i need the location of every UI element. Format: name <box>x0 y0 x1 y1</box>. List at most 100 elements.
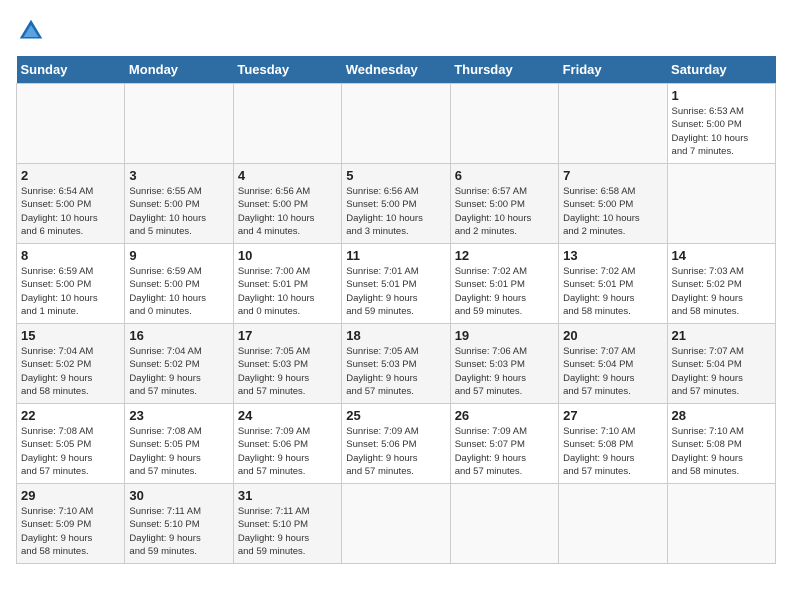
calendar-cell <box>667 164 775 244</box>
day-number: 14 <box>672 248 771 263</box>
calendar-cell <box>559 484 667 564</box>
day-info: Sunrise: 7:11 AM Sunset: 5:10 PM Dayligh… <box>238 505 337 558</box>
calendar-cell: 1 Sunrise: 6:53 AM Sunset: 5:00 PM Daylig… <box>667 84 775 164</box>
day-info: Sunrise: 7:10 AM Sunset: 5:08 PM Dayligh… <box>672 425 771 478</box>
calendar-cell <box>125 84 233 164</box>
calendar-cell: 11Sunrise: 7:01 AM Sunset: 5:01 PM Dayli… <box>342 244 450 324</box>
day-number: 18 <box>346 328 445 343</box>
day-info: Sunrise: 7:06 AM Sunset: 5:03 PM Dayligh… <box>455 345 554 398</box>
calendar-week-row: 8 Sunrise: 6:59 AM Sunset: 5:00 PM Daylig… <box>17 244 776 324</box>
calendar-cell: 23Sunrise: 7:08 AM Sunset: 5:05 PM Dayli… <box>125 404 233 484</box>
page-container: SundayMondayTuesdayWednesdayThursdayFrid… <box>16 16 776 564</box>
calendar-cell: 22 Sunrise: 7:08 AM Sunset: 5:05 PM Dayli… <box>17 404 125 484</box>
calendar-week-row: 29Sunrise: 7:10 AM Sunset: 5:09 PM Dayli… <box>17 484 776 564</box>
day-info: Sunrise: 6:56 AM Sunset: 5:00 PM Dayligh… <box>238 185 337 238</box>
day-number: 31 <box>238 488 337 503</box>
calendar-header-row: SundayMondayTuesdayWednesdayThursdayFrid… <box>17 56 776 84</box>
calendar-cell: 21 Sunrise: 7:07 AM Sunset: 5:04 PM Dayli… <box>667 324 775 404</box>
header-wednesday: Wednesday <box>342 56 450 84</box>
day-info: Sunrise: 6:58 AM Sunset: 5:00 PM Dayligh… <box>563 185 662 238</box>
calendar-week-row: 2 Sunrise: 6:54 AM Sunset: 5:00 PM Daylig… <box>17 164 776 244</box>
day-info: Sunrise: 7:02 AM Sunset: 5:01 PM Dayligh… <box>455 265 554 318</box>
day-info: Sunrise: 7:10 AM Sunset: 5:08 PM Dayligh… <box>563 425 662 478</box>
day-info: Sunrise: 7:00 AM Sunset: 5:01 PM Dayligh… <box>238 265 337 318</box>
calendar-cell <box>233 84 341 164</box>
day-info: Sunrise: 7:10 AM Sunset: 5:09 PM Dayligh… <box>21 505 120 558</box>
day-number: 19 <box>455 328 554 343</box>
day-info: Sunrise: 7:03 AM Sunset: 5:02 PM Dayligh… <box>672 265 771 318</box>
day-number: 27 <box>563 408 662 423</box>
calendar-cell: 20 Sunrise: 7:07 AM Sunset: 5:04 PM Dayli… <box>559 324 667 404</box>
calendar-cell: 2 Sunrise: 6:54 AM Sunset: 5:00 PM Daylig… <box>17 164 125 244</box>
calendar-cell: 14 Sunrise: 7:03 AM Sunset: 5:02 PM Dayli… <box>667 244 775 324</box>
day-info: Sunrise: 7:08 AM Sunset: 5:05 PM Dayligh… <box>21 425 120 478</box>
day-number: 16 <box>129 328 228 343</box>
day-info: Sunrise: 7:11 AM Sunset: 5:10 PM Dayligh… <box>129 505 228 558</box>
day-number: 2 <box>21 168 120 183</box>
calendar-cell: 28 Sunrise: 7:10 AM Sunset: 5:08 PM Dayli… <box>667 404 775 484</box>
day-info: Sunrise: 7:04 AM Sunset: 5:02 PM Dayligh… <box>129 345 228 398</box>
header-thursday: Thursday <box>450 56 558 84</box>
day-number: 1 <box>672 88 771 103</box>
day-number: 30 <box>129 488 228 503</box>
header-monday: Monday <box>125 56 233 84</box>
day-number: 25 <box>346 408 445 423</box>
calendar-week-row: 22 Sunrise: 7:08 AM Sunset: 5:05 PM Dayli… <box>17 404 776 484</box>
day-info: Sunrise: 7:09 AM Sunset: 5:07 PM Dayligh… <box>455 425 554 478</box>
header <box>16 16 776 46</box>
day-number: 15 <box>21 328 120 343</box>
day-info: Sunrise: 6:55 AM Sunset: 5:00 PM Dayligh… <box>129 185 228 238</box>
day-info: Sunrise: 7:05 AM Sunset: 5:03 PM Dayligh… <box>238 345 337 398</box>
day-info: Sunrise: 6:57 AM Sunset: 5:00 PM Dayligh… <box>455 185 554 238</box>
header-tuesday: Tuesday <box>233 56 341 84</box>
calendar-cell: 6 Sunrise: 6:57 AM Sunset: 5:00 PM Daylig… <box>450 164 558 244</box>
calendar-cell <box>342 84 450 164</box>
calendar-cell: 18 Sunrise: 7:05 AM Sunset: 5:03 PM Dayli… <box>342 324 450 404</box>
calendar-cell <box>559 84 667 164</box>
day-number: 5 <box>346 168 445 183</box>
calendar-cell: 17 Sunrise: 7:05 AM Sunset: 5:03 PM Dayli… <box>233 324 341 404</box>
logo-icon <box>16 16 46 46</box>
calendar-week-row: 15 Sunrise: 7:04 AM Sunset: 5:02 PM Dayli… <box>17 324 776 404</box>
calendar-cell: 8 Sunrise: 6:59 AM Sunset: 5:00 PM Daylig… <box>17 244 125 324</box>
day-number: 28 <box>672 408 771 423</box>
day-number: 17 <box>238 328 337 343</box>
calendar-cell: 25 Sunrise: 7:09 AM Sunset: 5:06 PM Dayli… <box>342 404 450 484</box>
calendar-cell <box>450 484 558 564</box>
calendar-cell: 12Sunrise: 7:02 AM Sunset: 5:01 PM Dayli… <box>450 244 558 324</box>
day-info: Sunrise: 6:53 AM Sunset: 5:00 PM Dayligh… <box>672 105 771 158</box>
day-info: Sunrise: 7:05 AM Sunset: 5:03 PM Dayligh… <box>346 345 445 398</box>
header-saturday: Saturday <box>667 56 775 84</box>
day-number: 23 <box>129 408 228 423</box>
day-number: 10 <box>238 248 337 263</box>
day-number: 8 <box>21 248 120 263</box>
day-info: Sunrise: 7:07 AM Sunset: 5:04 PM Dayligh… <box>563 345 662 398</box>
day-number: 20 <box>563 328 662 343</box>
calendar-cell: 30 Sunrise: 7:11 AM Sunset: 5:10 PM Dayli… <box>125 484 233 564</box>
calendar-cell: 31 Sunrise: 7:11 AM Sunset: 5:10 PM Dayli… <box>233 484 341 564</box>
day-number: 7 <box>563 168 662 183</box>
calendar-cell: 16 Sunrise: 7:04 AM Sunset: 5:02 PM Dayli… <box>125 324 233 404</box>
day-info: Sunrise: 6:59 AM Sunset: 5:00 PM Dayligh… <box>129 265 228 318</box>
day-number: 3 <box>129 168 228 183</box>
day-info: Sunrise: 7:09 AM Sunset: 5:06 PM Dayligh… <box>346 425 445 478</box>
day-number: 4 <box>238 168 337 183</box>
calendar-cell: 10 Sunrise: 7:00 AM Sunset: 5:01 PM Dayli… <box>233 244 341 324</box>
day-info: Sunrise: 6:59 AM Sunset: 5:00 PM Dayligh… <box>21 265 120 318</box>
calendar-cell: 24Sunrise: 7:09 AM Sunset: 5:06 PM Dayli… <box>233 404 341 484</box>
day-info: Sunrise: 7:07 AM Sunset: 5:04 PM Dayligh… <box>672 345 771 398</box>
calendar-cell <box>450 84 558 164</box>
calendar-cell: 4 Sunrise: 6:56 AM Sunset: 5:00 PM Daylig… <box>233 164 341 244</box>
day-number: 6 <box>455 168 554 183</box>
calendar-cell <box>342 484 450 564</box>
day-info: Sunrise: 6:56 AM Sunset: 5:00 PM Dayligh… <box>346 185 445 238</box>
calendar-cell: 7 Sunrise: 6:58 AM Sunset: 5:00 PM Daylig… <box>559 164 667 244</box>
day-number: 22 <box>21 408 120 423</box>
day-info: Sunrise: 6:54 AM Sunset: 5:00 PM Dayligh… <box>21 185 120 238</box>
calendar-table: SundayMondayTuesdayWednesdayThursdayFrid… <box>16 56 776 564</box>
calendar-cell: 26 Sunrise: 7:09 AM Sunset: 5:07 PM Dayli… <box>450 404 558 484</box>
day-number: 21 <box>672 328 771 343</box>
calendar-week-row: 1 Sunrise: 6:53 AM Sunset: 5:00 PM Daylig… <box>17 84 776 164</box>
day-number: 26 <box>455 408 554 423</box>
day-info: Sunrise: 7:09 AM Sunset: 5:06 PM Dayligh… <box>238 425 337 478</box>
